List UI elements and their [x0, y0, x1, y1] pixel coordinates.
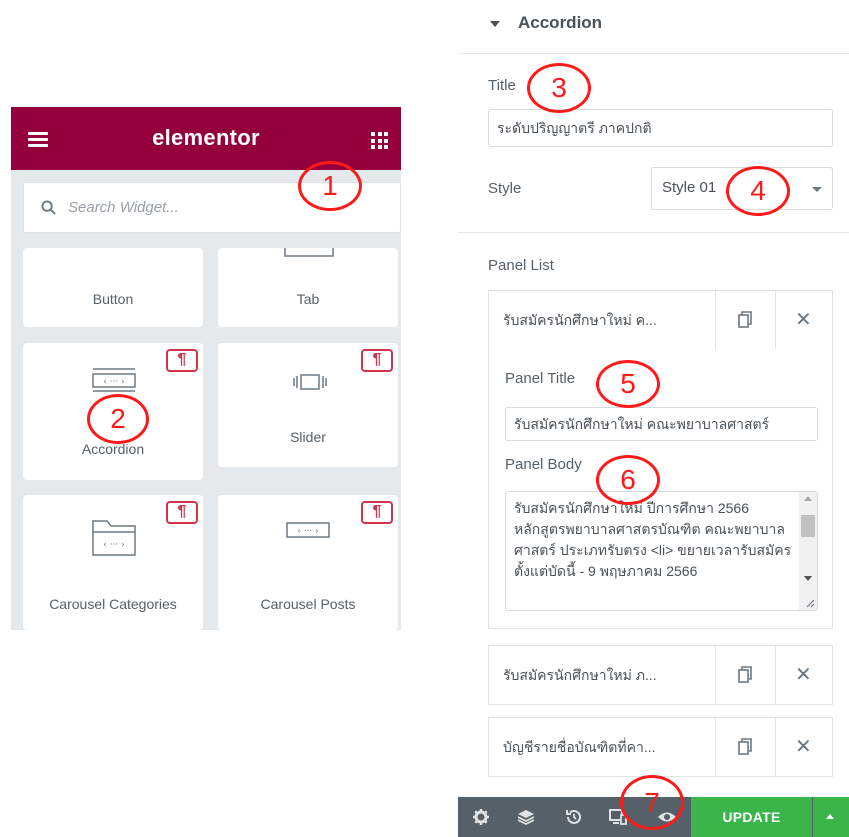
- title-input[interactable]: ระดับปริญญาตรี ภาคปกติ: [488, 109, 833, 147]
- scroll-thumb[interactable]: [801, 515, 815, 537]
- annotation-marker: 3: [527, 63, 591, 113]
- style-label: Style: [488, 180, 522, 197]
- section-title: Accordion: [518, 13, 603, 32]
- caret-down-icon: [490, 21, 500, 27]
- title-label: Title: [488, 77, 516, 94]
- accordion-settings-panel: Accordion Title ระดับปริญญาตรี ภาคปกติ S…: [458, 0, 849, 837]
- slider-icon: [293, 374, 327, 390]
- settings-gear-icon[interactable]: [471, 807, 491, 827]
- widget-label: Carousel Posts: [260, 596, 356, 612]
- divider: [715, 718, 716, 776]
- widget-slider[interactable]: ¶ Slider: [218, 343, 398, 467]
- panel-item-title: รับสมัครนักศึกษาใหม่ ภ...: [503, 667, 657, 683]
- history-icon[interactable]: [564, 807, 584, 827]
- close-icon[interactable]: ✕: [795, 662, 812, 687]
- widget-label: Slider: [290, 429, 326, 445]
- annotation-marker: 2: [87, 394, 149, 444]
- divider: [775, 718, 776, 776]
- chevron-down-icon: [812, 187, 822, 192]
- widget-label: Carousel Categories: [49, 596, 177, 612]
- panel-body-text: รับสมัครนักศึกษาใหม่ ปีการศึกษา 2566 หลั…: [514, 500, 792, 579]
- carousel-posts-icon: ‹ ··· ›: [286, 522, 330, 538]
- svg-text:‹ ··· ›: ‹ ··· ›: [103, 377, 125, 387]
- search-placeholder: Search Widget...: [68, 199, 179, 216]
- save-options-button[interactable]: [813, 797, 849, 837]
- accordion-icon: ‹ ··· ›: [92, 368, 136, 392]
- panel-item[interactable]: รับสมัครนักศึกษาใหม่ ภ... ✕: [488, 645, 833, 705]
- panel-item-body: Panel Title รับสมัครนักศึกษาใหม่ คณะพยาบ…: [488, 349, 833, 629]
- widget-tab[interactable]: Tab: [218, 248, 398, 327]
- tab-icon: [284, 248, 334, 257]
- pro-badge: ¶: [166, 501, 198, 524]
- panel-body-label: Panel Body: [505, 456, 582, 473]
- close-icon[interactable]: ✕: [795, 307, 812, 332]
- pro-badge: ¶: [166, 349, 198, 372]
- caret-up-icon: [826, 814, 834, 819]
- close-icon[interactable]: ✕: [795, 734, 812, 759]
- divider: [775, 291, 776, 349]
- annotation-marker: 4: [726, 166, 790, 216]
- divider: [715, 646, 716, 704]
- scrollbar[interactable]: [799, 492, 817, 610]
- panel-item-title: บัญชีรายชื่อบัณฑิตที่คา...: [503, 739, 656, 755]
- divider: [458, 232, 849, 233]
- pro-badge: ¶: [361, 349, 393, 372]
- widget-carousel-categories[interactable]: ¶ ‹ ··· › Carousel Categories: [23, 495, 203, 630]
- panel-title-input[interactable]: รับสมัครนักศึกษาใหม่ คณะพยาบาลศาสตร์: [505, 407, 818, 441]
- widgets-grid-icon[interactable]: [371, 132, 388, 149]
- scroll-up-icon[interactable]: [804, 496, 812, 501]
- annotation-marker: 1: [298, 161, 362, 211]
- widget-carousel-posts[interactable]: ¶ ‹ ··· › Carousel Posts: [218, 495, 398, 630]
- elementor-logo: elementor: [152, 125, 260, 150]
- navigator-layers-icon[interactable]: [516, 807, 536, 827]
- panel-header: elementor: [11, 107, 401, 170]
- widget-label: Button: [92, 291, 134, 307]
- scroll-down-icon[interactable]: [804, 576, 812, 581]
- divider: [715, 291, 716, 349]
- panel-body-textarea[interactable]: รับสมัครนักศึกษาใหม่ ปีการศึกษา 2566 หลั…: [505, 491, 818, 611]
- search-icon: [41, 200, 56, 215]
- divider: [775, 646, 776, 704]
- annotation-marker: 5: [596, 360, 660, 408]
- carousel-categories-icon: ‹ ··· ›: [92, 520, 136, 556]
- svg-text:‹ ··· ›: ‹ ··· ›: [103, 540, 125, 550]
- resize-handle-icon[interactable]: [805, 598, 815, 608]
- section-header[interactable]: Accordion: [458, 0, 849, 54]
- duplicate-icon[interactable]: [738, 738, 752, 755]
- pro-badge: ¶: [361, 501, 393, 524]
- widget-button[interactable]: Button: [23, 248, 203, 327]
- panel-item[interactable]: รับสมัครนักศึกษาใหม่ ค... ✕: [488, 290, 833, 350]
- annotation-marker: 7: [620, 775, 684, 830]
- panel-item[interactable]: บัญชีรายชื่อบัณฑิตที่คา... ✕: [488, 717, 833, 777]
- panel-item-title: รับสมัครนักศึกษาใหม่ ค...: [503, 312, 657, 328]
- annotation-marker: 6: [596, 455, 660, 505]
- update-button[interactable]: UPDATE: [691, 797, 812, 837]
- svg-text:‹ ··· ›: ‹ ··· ›: [297, 527, 319, 537]
- panel-list-label: Panel List: [488, 257, 554, 274]
- duplicate-icon[interactable]: [738, 311, 752, 328]
- widget-label: Tab: [296, 291, 320, 307]
- duplicate-icon[interactable]: [738, 666, 752, 683]
- style-select-value: Style 01: [662, 179, 717, 196]
- panel-title-label: Panel Title: [505, 370, 576, 387]
